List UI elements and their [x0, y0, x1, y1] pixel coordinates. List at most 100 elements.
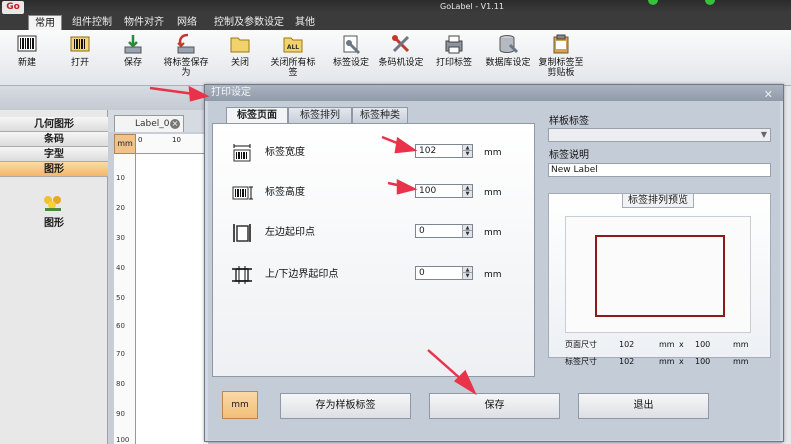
label-width-unit: mm — [484, 148, 502, 158]
open-button[interactable]: 打开 — [62, 33, 98, 68]
label-height-unit: mm — [484, 188, 502, 198]
page-size-width-unit: mm — [659, 340, 675, 349]
save-button[interactable]: 保存 — [116, 33, 150, 68]
ruler-mark: 0 — [138, 136, 143, 144]
print-settings-dialog: 打印设定 ✕ 标签页面 标签排列 标签种类 标签宽度 102 ▲ ▼ mm 标签高度… — [204, 84, 784, 442]
label-height-label: 标签高度 — [265, 187, 305, 198]
tab-object-align[interactable]: 物件对齐 — [120, 15, 168, 30]
new-button[interactable]: 新建 — [10, 33, 44, 68]
database-settings-label: 数据库设定 — [485, 58, 531, 68]
ruler-mark: 40 — [116, 264, 125, 272]
tab-label-type[interactable]: 标签种类 — [352, 107, 408, 123]
status-dot-icon — [648, 0, 658, 5]
top-offset-input[interactable]: 0 ▲ ▼ — [415, 266, 473, 280]
app-title: GoLabel - V1.11 — [440, 2, 504, 11]
layout-preview: 标签排列预览 页面尺寸 102 mm x 100 mm 标签尺寸 102 mm … — [548, 193, 771, 366]
left-offset-input[interactable]: 0 ▲ ▼ — [415, 224, 473, 238]
app-logo[interactable]: Go — [2, 1, 24, 14]
panel-item-font[interactable]: 字型 — [0, 147, 108, 162]
page-size-height-unit: mm — [733, 340, 749, 349]
open-label: 打开 — [70, 58, 89, 68]
description-label: 标签说明 — [549, 150, 589, 161]
spin-down-icon[interactable]: ▼ — [462, 151, 472, 157]
print-label-button[interactable]: 打印标签 — [434, 33, 474, 68]
horizontal-ruler: 0 10 — [136, 134, 208, 154]
close-button[interactable]: 关闭 — [222, 33, 258, 68]
dialog-save-button[interactable]: 保存 — [429, 393, 560, 419]
dialog-titlebar[interactable]: 打印设定 ✕ — [205, 85, 783, 101]
label-size-label: 标签尺寸 — [565, 357, 597, 366]
panel-item-barcode[interactable]: 条码 — [0, 132, 108, 147]
label-preview-rect — [595, 235, 725, 317]
label-size-x: x — [679, 357, 684, 366]
save-as-template-button[interactable]: 存为样板标签 — [280, 393, 411, 419]
ruler-mark: 10 — [172, 136, 181, 144]
preview-title: 标签排列预览 — [622, 193, 694, 208]
label-canvas[interactable] — [136, 154, 208, 444]
template-label: 样板标签 — [549, 116, 589, 127]
object-panel: 几何图形 条码 字型 图形 图形 — [0, 110, 108, 444]
template-select[interactable]: ▼ — [548, 128, 771, 142]
database-settings-button[interactable]: 数据库设定 — [484, 33, 532, 68]
clipboard-icon — [553, 34, 569, 54]
ruler-mark: 50 — [116, 294, 125, 302]
tab-network[interactable]: 网络 — [172, 15, 202, 30]
save-as-button[interactable]: 将标签保存为 — [160, 33, 212, 78]
spin-down-icon[interactable]: ▼ — [462, 191, 472, 197]
top-offset-icon — [232, 266, 252, 284]
unit-mm-button[interactable]: mm — [222, 391, 258, 419]
ruler-mark: 90 — [116, 410, 125, 418]
label-size-height-unit: mm — [733, 357, 749, 366]
label-settings-label: 标签设定 — [332, 58, 369, 68]
label-width-value: 102 — [419, 146, 437, 156]
left-offset-icon — [233, 224, 251, 242]
document-tab[interactable]: Label_0 × — [114, 115, 184, 132]
dialog-body: 标签页面 标签排列 标签种类 标签宽度 102 ▲ ▼ mm 标签高度 100 ▲ ▼ … — [208, 101, 780, 440]
description-input[interactable]: New Label — [548, 163, 771, 177]
label-settings-button[interactable]: 标签设定 — [330, 33, 372, 68]
label-height-icon — [232, 186, 253, 200]
save-as-label: 将标签保存为 — [163, 58, 209, 78]
label-height-input[interactable]: 100 ▲ ▼ — [415, 184, 473, 198]
panel-item-graphic[interactable]: 图形 — [0, 162, 108, 177]
label-width-icon — [233, 144, 251, 162]
close-all-button[interactable]: ALL 关闭所有标签 — [268, 33, 318, 78]
label-settings-icon — [343, 35, 361, 55]
label-size-height: 100 — [695, 357, 711, 366]
tab-label-layout[interactable]: 标签排列 — [288, 107, 352, 123]
label-height-value: 100 — [419, 186, 437, 196]
left-offset-label: 左边起印点 — [265, 227, 315, 238]
close-all-label: 关闭所有标签 — [270, 58, 316, 78]
ruler-mark: 10 — [116, 174, 125, 182]
save-as-icon — [177, 33, 195, 54]
label-width-label: 标签宽度 — [265, 147, 305, 158]
close-icon[interactable]: × — [170, 119, 180, 129]
ruler-unit-indicator[interactable]: mm — [114, 134, 136, 154]
printer-settings-icon — [392, 35, 410, 53]
tab-control-params[interactable]: 控制及参数设定 — [210, 15, 288, 30]
copy-to-clipboard-button[interactable]: 复制标签至剪贴板 — [536, 33, 586, 78]
left-offset-unit: mm — [484, 228, 502, 238]
top-offset-unit: mm — [484, 270, 502, 280]
tab-component-control[interactable]: 组件控制 — [68, 15, 116, 30]
top-offset-label: 上/下边界起印点 — [265, 269, 339, 280]
exit-button[interactable]: 退出 — [578, 393, 709, 419]
spin-down-icon[interactable]: ▼ — [462, 231, 472, 237]
tab-label-page[interactable]: 标签页面 — [226, 107, 288, 123]
print-icon — [445, 35, 463, 54]
spin-down-icon[interactable]: ▼ — [462, 273, 472, 279]
barcode-new-icon — [17, 35, 37, 52]
graphic-icon[interactable] — [42, 194, 64, 212]
label-width-input[interactable]: 102 ▲ ▼ — [415, 144, 473, 158]
printer-settings-button[interactable]: 条码机设定 — [376, 33, 426, 68]
tab-other[interactable]: 其他 — [292, 15, 318, 30]
close-label: 关闭 — [230, 58, 249, 68]
panel-item-geometry[interactable]: 几何图形 — [0, 117, 108, 132]
vertical-ruler: 10 20 30 40 50 60 70 80 90 100 — [114, 154, 136, 444]
barcode-open-icon — [70, 36, 90, 52]
save-label: 保存 — [123, 58, 142, 68]
tab-common[interactable]: 常用 — [28, 15, 62, 30]
chevron-down-icon[interactable]: ▼ — [761, 130, 767, 139]
page-size-label: 页面尺寸 — [565, 340, 597, 349]
ruler-mark: 80 — [116, 380, 125, 388]
